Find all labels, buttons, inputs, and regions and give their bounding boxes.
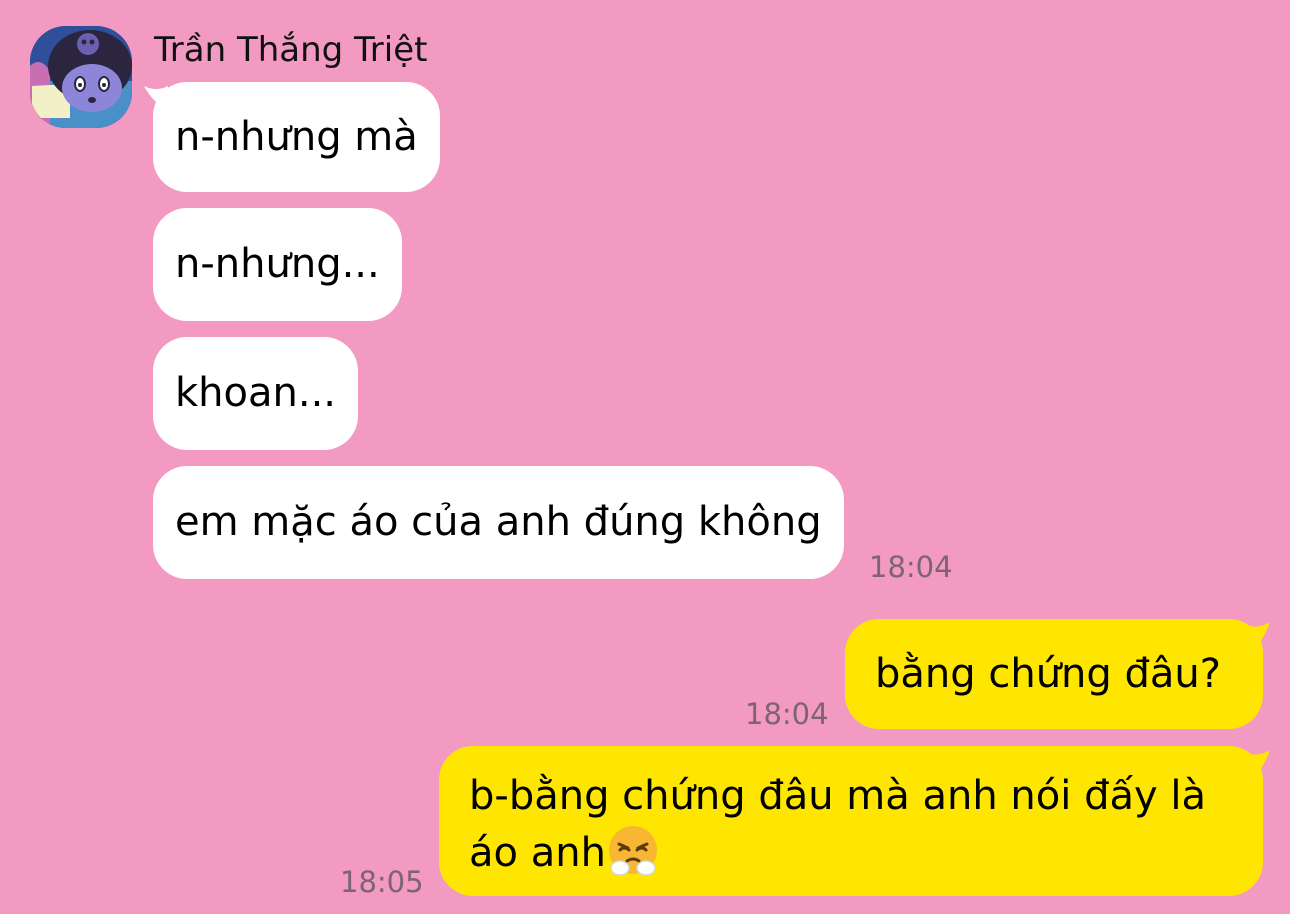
message-text: n-nhưng... — [175, 241, 380, 287]
message-bubble-incoming[interactable]: em mặc áo của anh đúng không — [153, 466, 844, 579]
message-text: n-nhưng mà — [175, 114, 418, 160]
message-bubble-incoming[interactable]: n-nhưng mà — [153, 82, 440, 192]
message-text: em mặc áo của anh đúng không — [175, 499, 822, 545]
message-text: bằng chứng đâu? — [875, 651, 1221, 697]
outgoing-bubble-tail — [1244, 622, 1270, 648]
message-timestamp: 18:04 — [869, 550, 953, 584]
message-text-line: b-bằng chứng đâu mà anh nói đấy là — [469, 773, 1206, 819]
message-bubble-outgoing[interactable]: bằng chứng đâu? — [845, 619, 1263, 729]
outgoing-bubble-tail — [1244, 750, 1270, 776]
face-with-steam-from-nose-icon — [608, 826, 657, 876]
message-bubble-outgoing[interactable]: b-bằng chứng đâu mà anh nói đấy là áo an… — [439, 746, 1263, 896]
sender-name: Trần Thắng Triệt — [154, 30, 428, 70]
message-text: áo anh — [469, 830, 606, 876]
message-text: khoan... — [175, 370, 336, 416]
message-bubble-incoming[interactable]: n-nhưng... — [153, 208, 402, 321]
contact-avatar[interactable] — [30, 26, 132, 128]
kuromi-avatar-icon — [30, 26, 132, 128]
message-bubble-incoming[interactable]: khoan... — [153, 337, 358, 450]
message-text-line: áo anh — [469, 824, 1233, 881]
message-timestamp: 18:05 — [340, 865, 424, 899]
message-timestamp: 18:04 — [745, 697, 829, 731]
